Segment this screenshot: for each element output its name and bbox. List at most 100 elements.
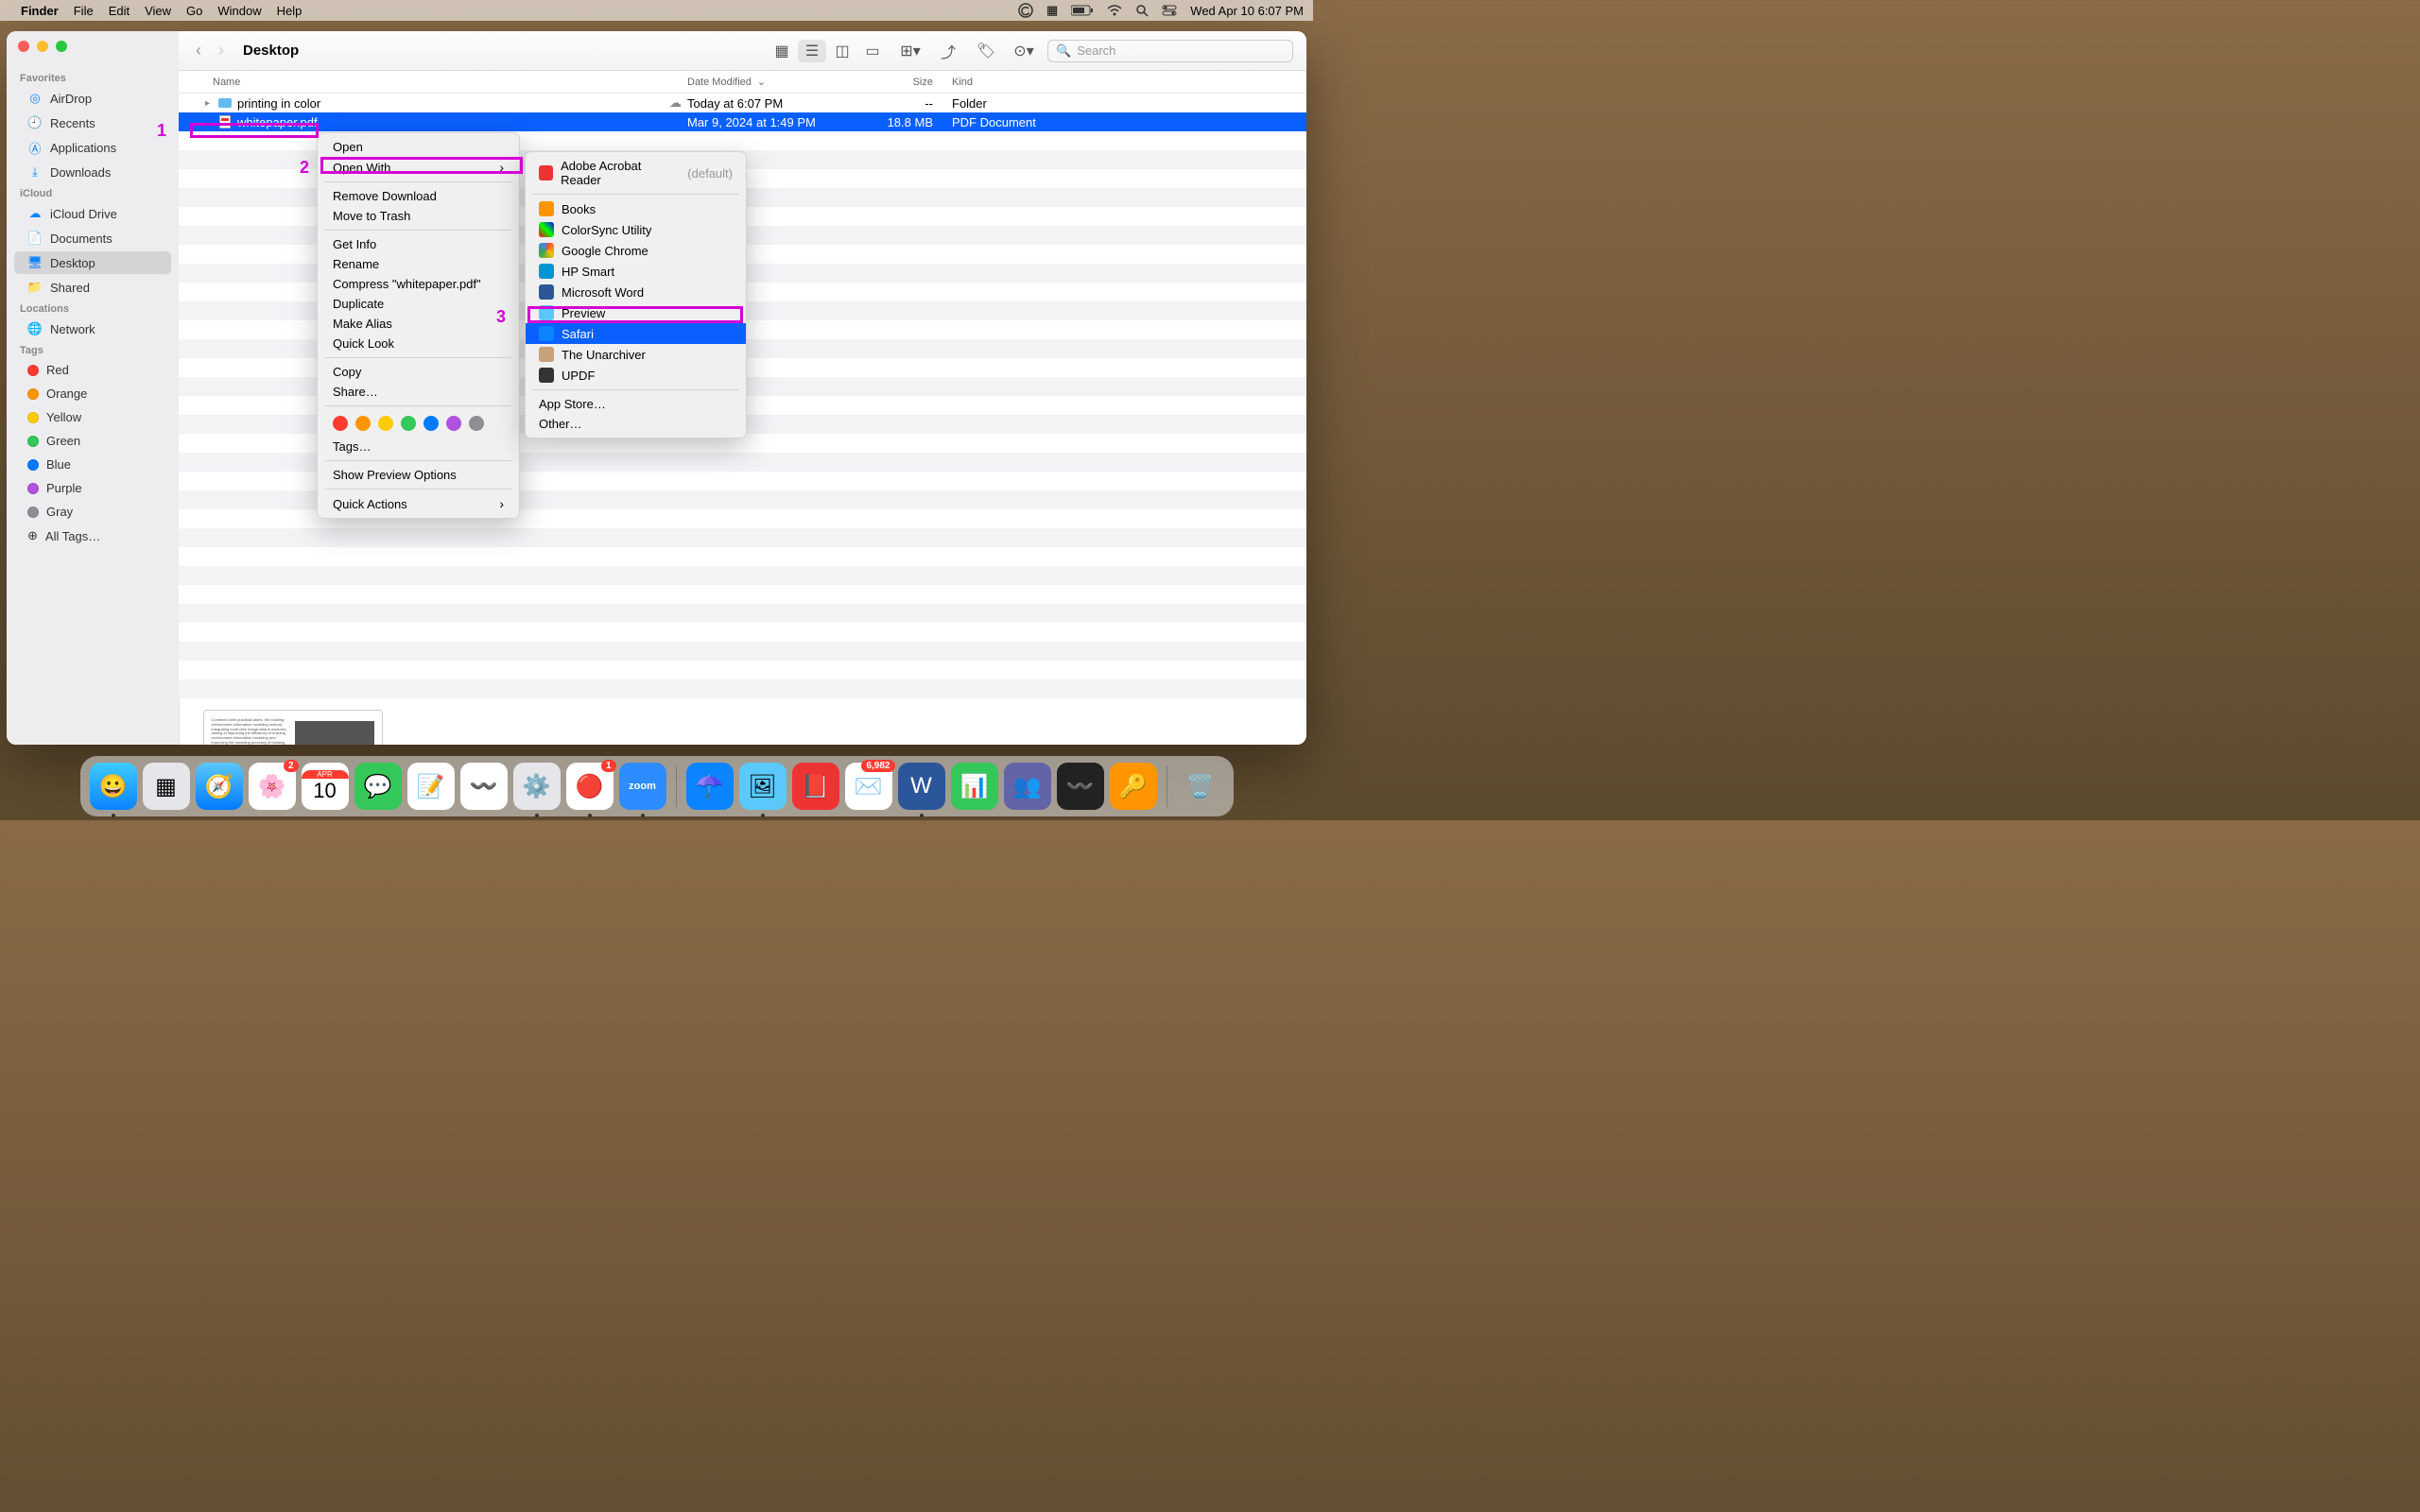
dock-word[interactable]: W (898, 763, 945, 810)
table-row[interactable]: ▸printing in color☁ Today at 6:07 PM -- … (179, 94, 1306, 112)
preview-thumbnail[interactable]: Combined with practical cases, the build… (203, 710, 383, 745)
dock-photos[interactable]: 🌸2 (249, 763, 296, 810)
sidebar-item-icloud-drive[interactable]: ☁iCloud Drive (14, 202, 171, 225)
tag-red[interactable]: Red (14, 359, 171, 381)
dock-trash[interactable]: 🗑️ (1177, 763, 1224, 810)
dock-numbers[interactable]: 📊 (951, 763, 998, 810)
ctx-open[interactable]: Open (318, 137, 519, 157)
menu-view[interactable]: View (145, 4, 171, 18)
submenu-chrome[interactable]: Google Chrome (526, 240, 746, 261)
dock-app2[interactable]: 〰️ (1057, 763, 1104, 810)
sidebar-item-airdrop[interactable]: ◎AirDrop (14, 87, 171, 110)
dock-notes[interactable]: 📝 (407, 763, 455, 810)
ctx-make-alias[interactable]: Make Alias (318, 314, 519, 334)
datetime[interactable]: Wed Apr 10 6:07 PM (1190, 4, 1304, 18)
ctx-preview-opts[interactable]: Show Preview Options (318, 465, 519, 485)
tag-purple[interactable]: Purple (14, 477, 171, 499)
tag-green[interactable]: Green (14, 430, 171, 452)
action-button[interactable]: ⊙▾ (1010, 40, 1038, 62)
minimize-button[interactable] (37, 41, 48, 52)
dock-teams[interactable]: 👥 (1004, 763, 1051, 810)
col-name[interactable]: Name (196, 77, 687, 88)
sidebar-item-recents[interactable]: 🕘Recents (14, 112, 171, 134)
submenu-preview[interactable]: Preview (526, 302, 746, 323)
ctx-tags[interactable]: Tags… (318, 437, 519, 456)
submenu-word[interactable]: Microsoft Word (526, 282, 746, 302)
ctx-compress[interactable]: Compress "whitepaper.pdf" (318, 274, 519, 294)
menu-file[interactable]: File (74, 4, 94, 18)
col-size[interactable]: Size (867, 77, 933, 88)
dock-settings[interactable]: ⚙️ (513, 763, 561, 810)
fullscreen-button[interactable] (56, 41, 67, 52)
view-gallery-button[interactable]: ▭ (858, 40, 887, 62)
ctx-move-trash[interactable]: Move to Trash (318, 206, 519, 226)
forward-button[interactable]: › (215, 41, 228, 60)
share-button[interactable]: ⤴ (934, 40, 962, 62)
spotlight-icon[interactable] (1135, 4, 1149, 17)
submenu-other[interactable]: Other… (526, 414, 746, 434)
ctx-duplicate[interactable]: Duplicate (318, 294, 519, 314)
dock-launchpad[interactable]: ▦ (143, 763, 190, 810)
submenu-books[interactable]: Books (526, 198, 746, 219)
dock-chrome[interactable]: 🔴1 (566, 763, 614, 810)
view-columns-button[interactable]: ◫ (828, 40, 856, 62)
dock-acrobat[interactable]: 📕 (792, 763, 839, 810)
ctx-remove-download[interactable]: Remove Download (318, 186, 519, 206)
dock-safari[interactable]: 🧭 (196, 763, 243, 810)
ctx-copy[interactable]: Copy (318, 362, 519, 382)
view-icons-button[interactable]: ▦ (768, 40, 796, 62)
submenu-colorsync[interactable]: ColorSync Utility (526, 219, 746, 240)
col-date[interactable]: Date Modified⌄ (687, 76, 867, 88)
sidebar-item-downloads[interactable]: ⤓Downloads (14, 161, 171, 183)
dock-preview[interactable]: 🖼 (739, 763, 786, 810)
ctx-get-info[interactable]: Get Info (318, 234, 519, 254)
tag-color-purple[interactable] (446, 416, 461, 431)
dock-freeform[interactable]: 〰️ (460, 763, 508, 810)
ctx-open-with[interactable]: Open With (318, 157, 519, 178)
sidebar-item-network[interactable]: 🌐Network (14, 318, 171, 340)
submenu-hp[interactable]: HP Smart (526, 261, 746, 282)
battery-icon[interactable] (1071, 5, 1094, 16)
sidebar-item-documents[interactable]: 📄Documents (14, 227, 171, 249)
submenu-safari[interactable]: Safari (526, 323, 746, 344)
sidebar-item-shared[interactable]: 📁Shared (14, 276, 171, 299)
search-field[interactable]: 🔍 Search (1047, 40, 1293, 62)
tag-gray[interactable]: Gray (14, 501, 171, 523)
dock-finder[interactable]: 😀 (90, 763, 137, 810)
ctx-share[interactable]: Share… (318, 382, 519, 402)
ctx-quick-look[interactable]: Quick Look (318, 334, 519, 353)
dock-mail[interactable]: ✉️6,982 (845, 763, 892, 810)
sidebar-item-desktop[interactable]: 🖥Desktop (14, 251, 171, 274)
back-button[interactable]: ‹ (192, 41, 205, 60)
sidebar-item-applications[interactable]: ⒶApplications (14, 136, 171, 159)
tag-color-blue[interactable] (424, 416, 439, 431)
dock-messages[interactable]: 💬 (354, 763, 402, 810)
menu-go[interactable]: Go (186, 4, 202, 18)
tags-button[interactable]: 🏷 (972, 40, 1000, 62)
tag-yellow[interactable]: Yellow (14, 406, 171, 428)
menu-help[interactable]: Help (277, 4, 302, 18)
submenu-appstore[interactable]: App Store… (526, 394, 746, 414)
ctx-quick-actions[interactable]: Quick Actions (318, 493, 519, 514)
submenu-updf[interactable]: UPDF (526, 365, 746, 386)
table-row-selected[interactable]: whitepaper.pdf Mar 9, 2024 at 1:49 PM 18… (179, 112, 1306, 131)
app-name[interactable]: Finder (21, 4, 59, 18)
tag-color-orange[interactable] (355, 416, 371, 431)
tag-color-gray[interactable] (469, 416, 484, 431)
tag-color-yellow[interactable] (378, 416, 393, 431)
menu-edit[interactable]: Edit (109, 4, 130, 18)
dock-calendar[interactable]: APR10 (302, 763, 349, 810)
view-list-button[interactable]: ☰ (798, 40, 826, 62)
tray-icon[interactable]: ▦ (1046, 3, 1058, 18)
wifi-icon[interactable] (1107, 5, 1122, 16)
group-button[interactable]: ⊞▾ (896, 40, 925, 62)
submenu-acrobat[interactable]: Adobe Acrobat Reader(default) (526, 156, 746, 190)
submenu-unarchiver[interactable]: The Unarchiver (526, 344, 746, 365)
tag-color-green[interactable] (401, 416, 416, 431)
dock-app[interactable]: ☂️ (686, 763, 734, 810)
tag-color-red[interactable] (333, 416, 348, 431)
ctx-rename[interactable]: Rename (318, 254, 519, 274)
dock-zoom[interactable]: zoom (619, 763, 666, 810)
col-kind[interactable]: Kind (933, 77, 1289, 88)
dock-keychain[interactable]: 🔑 (1110, 763, 1157, 810)
